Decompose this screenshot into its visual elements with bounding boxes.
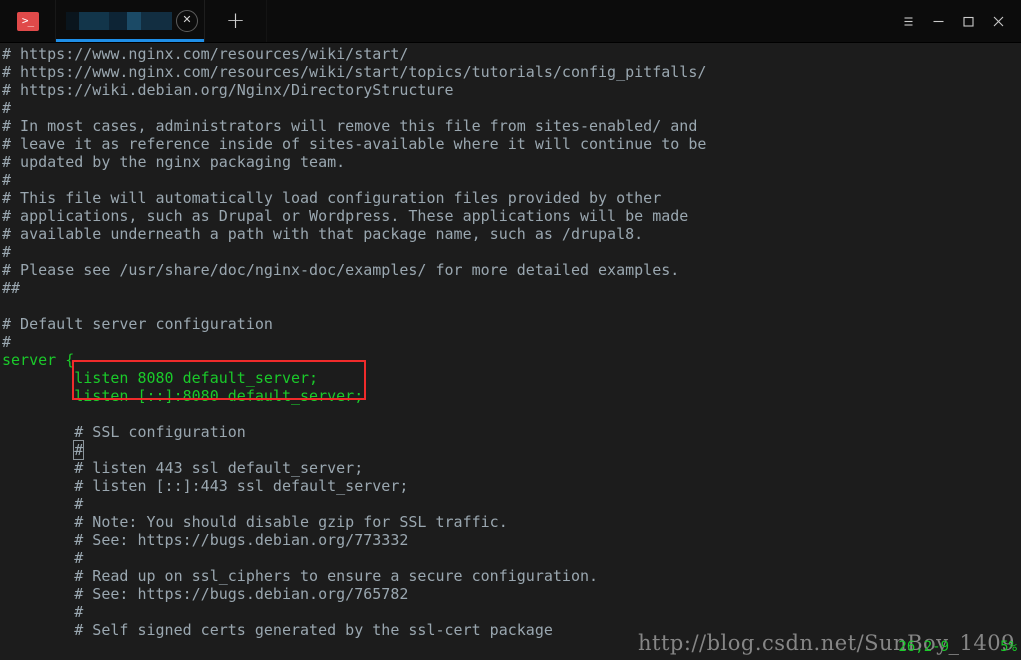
terminal-line: # https://www.nginx.com/resources/wiki/s… — [2, 63, 707, 81]
titlebar-drag-area — [267, 0, 893, 42]
terminal-line: # https://www.nginx.com/resources/wiki/s… — [2, 45, 409, 63]
watermark: http://blog.csdn.net/SunBoy_1409 — [638, 631, 1015, 655]
terminal-line: # — [2, 440, 1021, 460]
terminal-line: # — [2, 99, 12, 117]
tab-strip: ✕ — [56, 0, 205, 42]
terminal-screen[interactable]: # https://www.nginx.com/resources/wiki/s… — [0, 43, 1021, 660]
terminal-line: # SSL configuration — [2, 423, 246, 441]
vim-cursor-position: 26,2-9 — [898, 639, 949, 655]
hamburger-menu-icon[interactable] — [893, 0, 923, 42]
terminal-line: ## — [2, 279, 21, 297]
redaction-block — [127, 12, 141, 30]
terminal-line: # — [2, 495, 84, 513]
title-bar: >_ ✕ + — [0, 0, 1021, 43]
terminal-line: # available underneath a path with that … — [2, 225, 644, 243]
redaction-block — [109, 12, 127, 30]
terminal-line: # leave it as reference inside of sites-… — [2, 135, 707, 153]
terminal-line: listen [::]:8080 default_server; — [2, 387, 364, 405]
terminal-line: # Read up on ssl_ciphers to ensure a sec… — [2, 567, 599, 585]
redaction-block — [66, 12, 79, 30]
terminal-line: # listen [::]:443 ssl default_server; — [2, 477, 409, 495]
terminal-line: # https://wiki.debian.org/Nginx/Director… — [2, 81, 454, 99]
terminal-body[interactable]: # https://www.nginx.com/resources/wiki/s… — [0, 43, 1021, 660]
terminal-line: # See: https://bugs.debian.org/773332 — [2, 531, 409, 549]
terminal-line: # In most cases, administrators will rem… — [2, 117, 698, 135]
tab-title-redacted — [66, 12, 172, 30]
vim-file-percent: 5% — [1000, 639, 1017, 655]
terminal-line: # Default server configuration — [2, 315, 273, 333]
terminal-line: # applications, such as Drupal or Wordpr… — [2, 207, 689, 225]
terminal-line: # This file will automatically load conf… — [2, 189, 662, 207]
terminal-line: # See: https://bugs.debian.org/765782 — [2, 585, 409, 603]
redaction-block — [141, 12, 172, 30]
minimize-icon[interactable] — [923, 0, 953, 42]
close-icon[interactable] — [983, 0, 1013, 42]
terminal-line: # — [2, 603, 84, 621]
terminal-line: # — [2, 549, 84, 567]
maximize-icon[interactable] — [953, 0, 983, 42]
text-cursor: # — [73, 440, 85, 460]
tab-close-icon[interactable]: ✕ — [176, 10, 198, 32]
tab-terminal-1[interactable]: ✕ — [56, 0, 205, 42]
terminal-line: server { — [2, 351, 75, 369]
app-icon-glyph: >_ — [21, 14, 34, 27]
terminal-prompt-icon: >_ — [16, 11, 39, 31]
window-controls — [893, 0, 1021, 42]
terminal-line: # Please see /usr/share/doc/nginx-doc/ex… — [2, 261, 680, 279]
terminal-line: # — [2, 333, 12, 351]
terminal-line: # — [2, 171, 12, 189]
terminal-line: # listen 443 ssl default_server; — [2, 459, 364, 477]
terminal-window: >_ ✕ + # https://www.nginx.com/resources… — [0, 0, 1021, 660]
new-tab-button[interactable]: + — [205, 0, 267, 42]
terminal-line: listen 8080 default_server; — [2, 369, 319, 387]
app-icon-container: >_ — [0, 0, 56, 42]
redaction-block — [79, 12, 109, 30]
terminal-line: # updated by the nginx packaging team. — [2, 153, 346, 171]
terminal-line: # — [2, 243, 12, 261]
terminal-line: # Note: You should disable gzip for SSL … — [2, 513, 508, 531]
